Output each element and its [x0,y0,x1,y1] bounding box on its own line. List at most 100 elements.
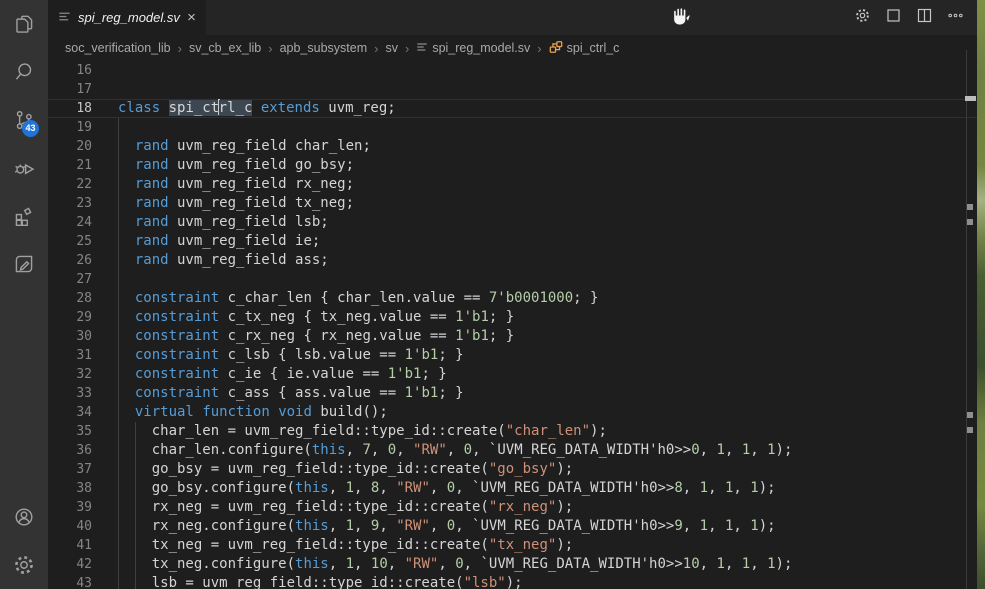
code-line[interactable]: 19 [48,118,977,137]
line-number[interactable]: 27 [48,270,92,289]
code-token: , [750,442,767,458]
extensions-icon[interactable] [0,192,48,240]
code-token [252,100,260,116]
line-number[interactable]: 19 [48,118,92,137]
code-token: 1 [750,518,758,534]
explorer-icon[interactable] [0,0,48,48]
code-line[interactable]: 37 go_bsy = uvm_reg_field::type_id::crea… [48,460,977,479]
code-line[interactable]: 32 constraint c_ie { ie.value == 1'b1; } [48,365,977,384]
line-number[interactable]: 31 [48,346,92,365]
hand-cursor-icon [669,4,693,33]
line-number[interactable]: 16 [48,61,92,80]
indent-guide [135,536,136,555]
line-number[interactable]: 42 [48,555,92,574]
line-number[interactable]: 21 [48,156,92,175]
line-number[interactable]: 37 [48,460,92,479]
run-debug-icon[interactable] [0,144,48,192]
line-number[interactable]: 29 [48,308,92,327]
source-control-icon[interactable]: 43 [0,96,48,144]
account-icon[interactable] [0,493,48,541]
code-token: virtual [135,404,194,420]
code-token [118,347,135,363]
code-token: 1'b1 [455,309,489,325]
code-token: char_len.configure( [118,442,312,458]
line-number[interactable]: 35 [48,422,92,441]
code-line[interactable]: 33 constraint c_ass { ass.value == 1'b1;… [48,384,977,403]
indent-guide [118,365,119,384]
indent-guide [118,137,119,156]
code-line[interactable]: 43 lsb = uvm_reg_field::type_id::create(… [48,574,977,589]
line-number[interactable]: 41 [48,536,92,555]
breadcrumb-item[interactable]: apb_subsystem [280,41,368,55]
code-line[interactable]: 22 rand uvm_reg_field rx_neg; [48,175,977,194]
code-line[interactable]: 39 rx_neg = uvm_reg_field::type_id::crea… [48,498,977,517]
code-line[interactable]: 16 [48,61,977,80]
indent-guide [118,346,119,365]
search-icon[interactable] [0,48,48,96]
line-number[interactable]: 33 [48,384,92,403]
code-line[interactable]: 23 rand uvm_reg_field tx_neg; [48,194,977,213]
code-line[interactable]: 18class spi_ctrl_c extends uvm_reg; [48,99,977,118]
line-number[interactable]: 17 [48,80,92,99]
settings-gear-icon[interactable] [854,7,871,29]
code-line[interactable]: 25 rand uvm_reg_field ie; [48,232,977,251]
line-number[interactable]: 39 [48,498,92,517]
line-number[interactable]: 36 [48,441,92,460]
code-line[interactable]: 17 [48,80,977,99]
code-text: tx_neg.configure(this, 1, 10, "RW", 0, `… [118,555,792,574]
code-line[interactable]: 31 constraint c_lsb { lsb.value == 1'b1;… [48,346,977,365]
code-line[interactable]: 26 rand uvm_reg_field ass; [48,251,977,270]
line-number[interactable]: 24 [48,213,92,232]
indent-guide [118,270,119,289]
line-number[interactable]: 28 [48,289,92,308]
tab-spi-reg-model[interactable]: spi_reg_model.sv × [48,0,206,35]
code-line[interactable]: 38 go_bsy.configure(this, 1, 8, "RW", 0,… [48,479,977,498]
square-icon[interactable] [885,7,902,29]
code-token [118,404,135,420]
code-line[interactable]: 21 rand uvm_reg_field go_bsy; [48,156,977,175]
code-line[interactable]: 41 tx_neg = uvm_reg_field::type_id::crea… [48,536,977,555]
line-number[interactable]: 38 [48,479,92,498]
line-number[interactable]: 26 [48,251,92,270]
code-token: "RW" [413,442,447,458]
breadcrumb-item[interactable]: sv [385,41,398,55]
code-line[interactable]: 34 virtual function void build(); [48,403,977,422]
code-line[interactable]: 28 constraint c_char_len { char_len.valu… [48,289,977,308]
code-line[interactable]: 27 [48,270,977,289]
line-number[interactable]: 23 [48,194,92,213]
line-number[interactable]: 32 [48,365,92,384]
line-number[interactable]: 25 [48,232,92,251]
breadcrumb-item-symbol[interactable]: spi_ctrl_c [549,40,620,57]
code-line[interactable]: 40 rx_neg.configure(this, 1, 9, "RW", 0,… [48,517,977,536]
code-token: rx_neg = uvm_reg_field::type_id::create( [118,499,489,515]
code-token: go_bsy.configure( [118,480,295,496]
breadcrumb-separator: › [178,41,182,56]
pencil-leaf-icon[interactable] [0,240,48,288]
overview-ruler[interactable] [963,0,977,589]
code-line[interactable]: 30 constraint c_rx_neg { rx_neg.value ==… [48,327,977,346]
settings-gear-icon[interactable] [0,541,48,589]
code-line[interactable]: 29 constraint c_tx_neg { tx_neg.value ==… [48,308,977,327]
line-number[interactable]: 40 [48,517,92,536]
code-token: , [430,518,447,534]
code-line[interactable]: 20 rand uvm_reg_field char_len; [48,137,977,156]
code-line[interactable]: 24 rand uvm_reg_field lsb; [48,213,977,232]
line-number[interactable]: 22 [48,175,92,194]
breadcrumb-item-file[interactable]: spi_reg_model.sv [416,41,530,56]
breadcrumb-item[interactable]: sv_cb_ex_lib [189,41,261,55]
split-editor-icon[interactable] [916,7,933,29]
code-line[interactable]: 36 char_len.configure(this, 7, 0, "RW", … [48,441,977,460]
breadcrumb-item[interactable]: soc_verification_lib [65,41,171,55]
tab-close-icon[interactable]: × [187,9,196,26]
line-number[interactable]: 20 [48,137,92,156]
code-token: uvm_reg_field char_len; [169,138,371,154]
line-number[interactable]: 18 [48,99,92,118]
line-number[interactable]: 43 [48,574,92,589]
code-line[interactable]: 35 char_len = uvm_reg_field::type_id::cr… [48,422,977,441]
code-token: rand [135,176,169,192]
line-number[interactable]: 34 [48,403,92,422]
line-number[interactable]: 30 [48,327,92,346]
code-line[interactable]: 42 tx_neg.configure(this, 1, 10, "RW", 0… [48,555,977,574]
more-actions-icon[interactable] [947,7,964,29]
code-editor[interactable]: 161718class spi_ctrl_c extends uvm_reg;1… [48,61,977,589]
